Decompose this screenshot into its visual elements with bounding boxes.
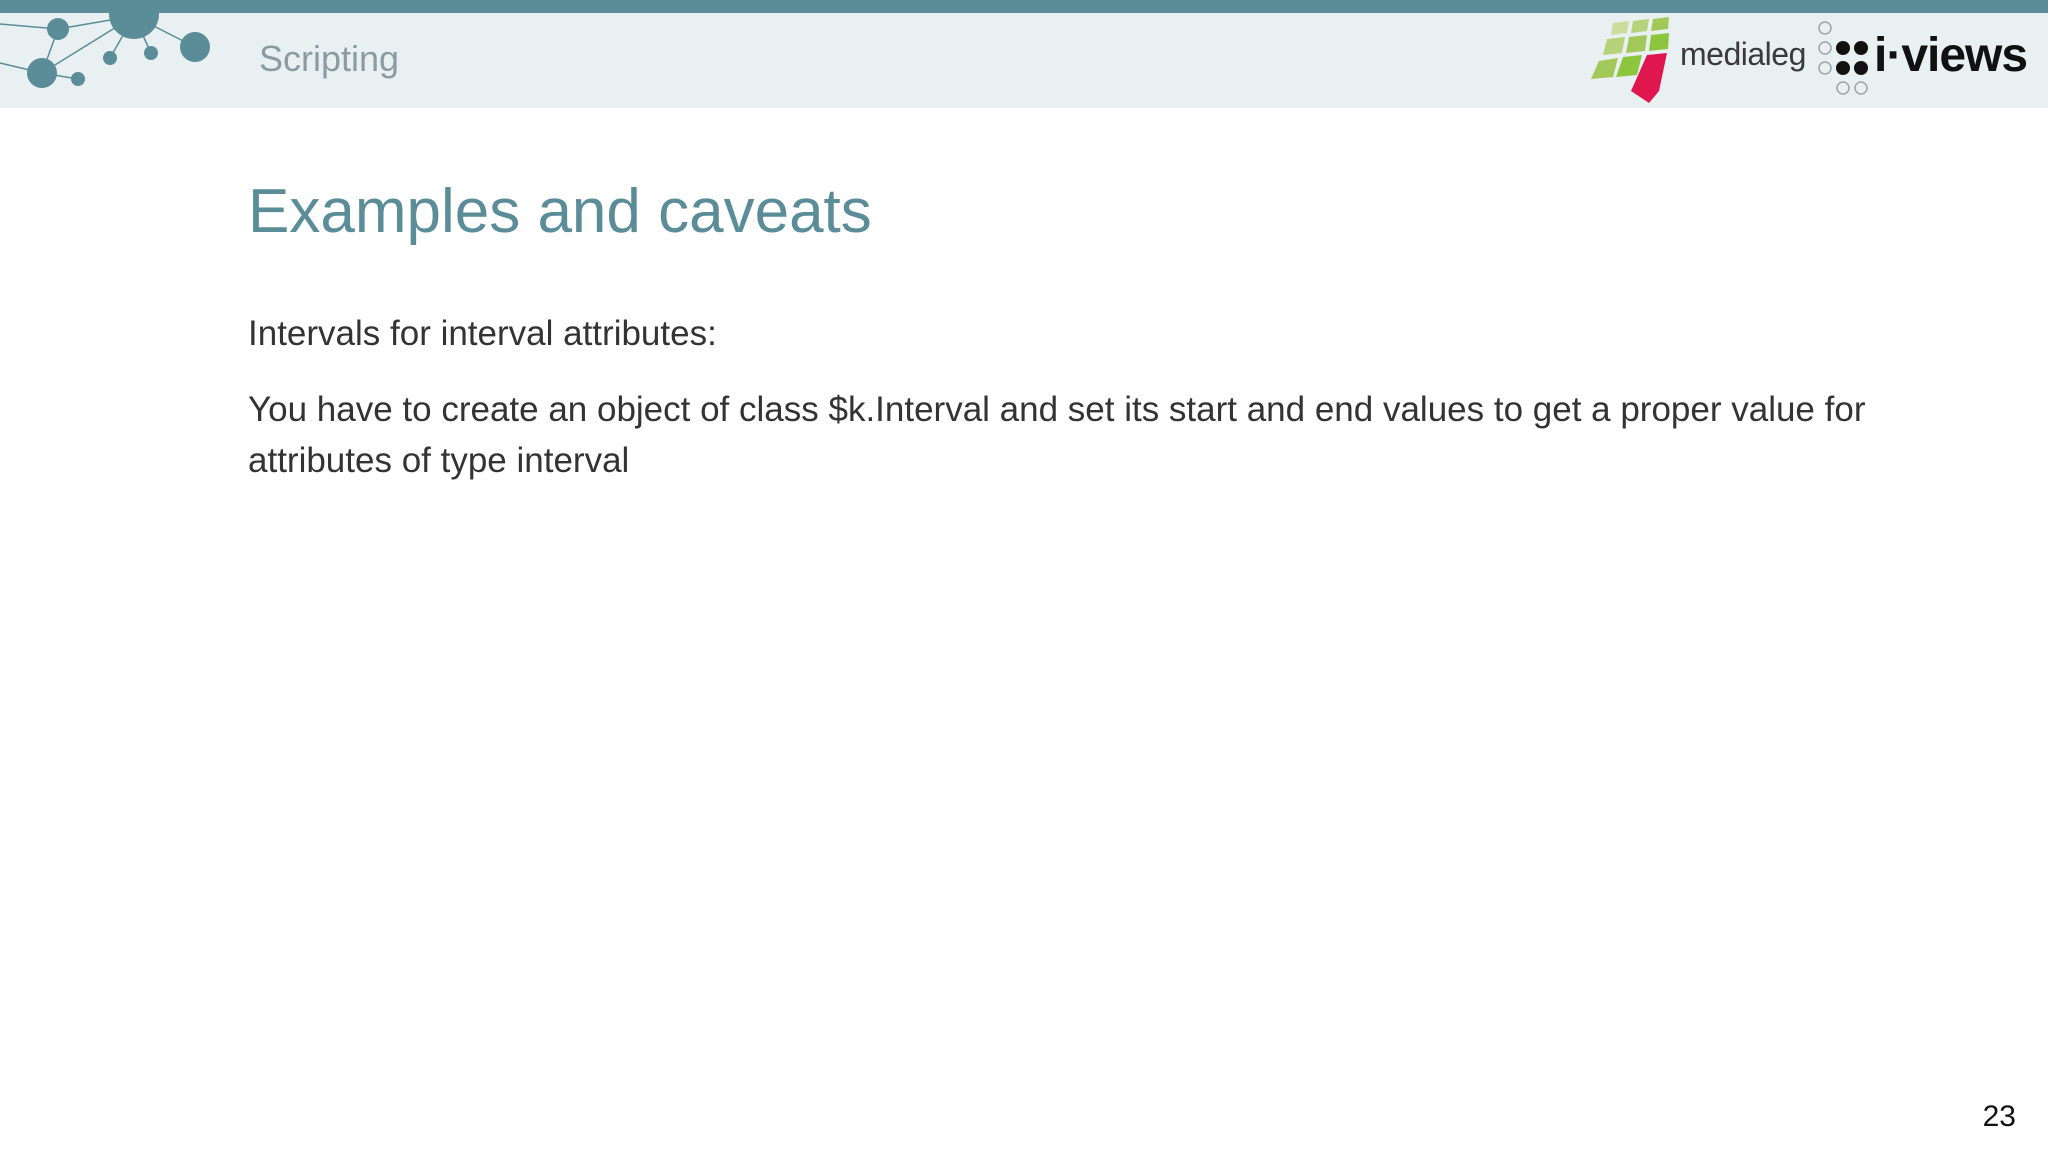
medialeg-logo-text: medialeg: [1680, 36, 1806, 72]
molecule-network-icon: [0, 0, 210, 88]
slide: Scripting medialeg i·views Examples and …: [0, 0, 2048, 1152]
page-number: 23: [1982, 1100, 2016, 1133]
iviews-logo-text: i·views: [1874, 29, 2028, 82]
slide-body-text: You have to create an object of class $k…: [248, 390, 1866, 480]
slide-title: Examples and caveats: [248, 177, 872, 246]
slide-subtitle: Intervals for interval attributes:: [248, 314, 717, 353]
top-accent-bar: [0, 0, 2048, 13]
section-label: Scripting: [259, 38, 400, 79]
iviews-dots-icon: [1818, 21, 1868, 95]
medialeg-logo-icon: [1591, 17, 1669, 103]
